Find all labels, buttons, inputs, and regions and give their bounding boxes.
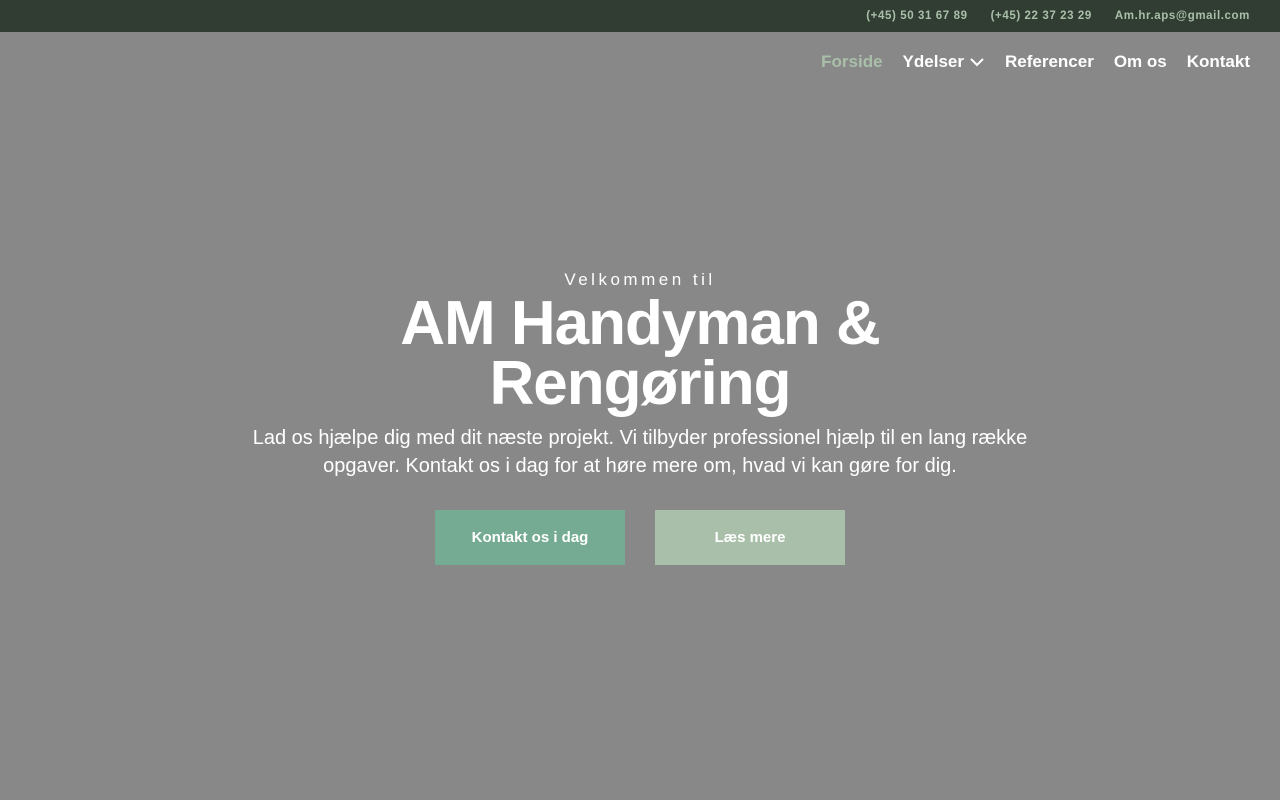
- read-more-button[interactable]: Læs mere: [655, 510, 845, 565]
- nav-item-kontakt[interactable]: Kontakt: [1187, 52, 1250, 72]
- hero-subtitle: Lad os hjælpe dig med dit næste projekt.…: [252, 427, 1028, 477]
- hero-buttons: Kontakt os i dag Læs mere: [435, 510, 845, 565]
- nav-item-om-os[interactable]: Om os: [1114, 52, 1167, 72]
- top-contact-bar: (+45) 50 31 67 89 (+45) 22 37 23 29 Am.h…: [0, 0, 1280, 32]
- email-link[interactable]: Am.hr.aps@gmail.com: [1115, 10, 1250, 22]
- phone-link-1[interactable]: (+45) 50 31 67 89: [866, 10, 967, 22]
- nav-item-ydelser[interactable]: Ydelser: [903, 52, 985, 72]
- chevron-down-icon: [970, 58, 984, 67]
- contact-us-button[interactable]: Kontakt os i dag: [435, 510, 625, 565]
- phone-link-2[interactable]: (+45) 22 37 23 29: [991, 10, 1092, 22]
- nav-item-label: Ydelser: [902, 52, 964, 71]
- nav-item-forside[interactable]: Forside: [821, 52, 882, 72]
- hero-eyebrow: Velkommen til: [564, 270, 716, 289]
- nav-item-referencer[interactable]: Referencer: [1005, 52, 1094, 72]
- hero-section: Velkommen til AM Handyman & Rengøring La…: [0, 270, 1280, 565]
- hero-title: AM Handyman & Rengøring: [400, 289, 881, 418]
- main-nav: Forside Ydelser Referencer Om os Kontakt: [801, 40, 1250, 84]
